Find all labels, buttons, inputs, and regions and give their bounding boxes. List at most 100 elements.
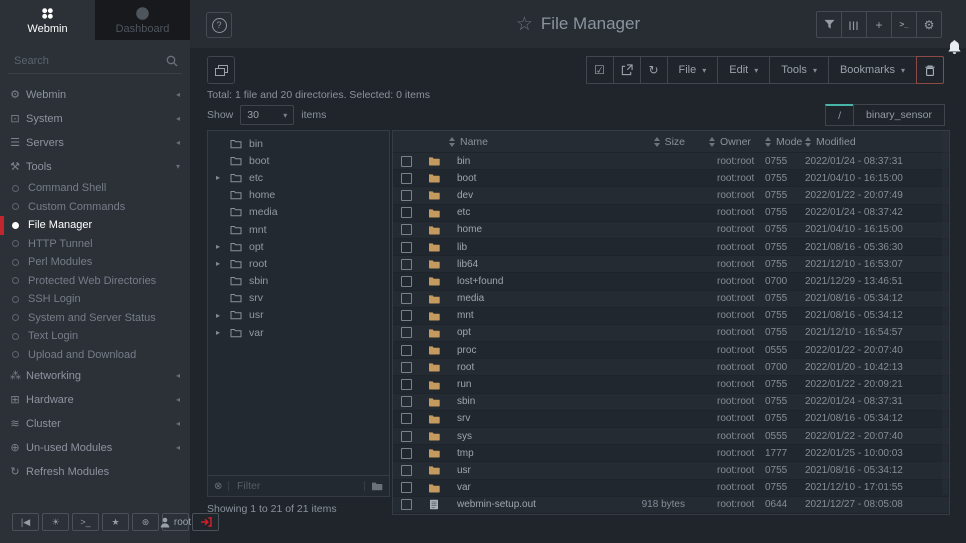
table-row-tmp[interactable]: tmp root:root 1777 2022/01/25 - 10:00:03: [393, 445, 949, 462]
new-tab-button[interactable]: +: [866, 11, 892, 38]
cell-name[interactable]: sys: [449, 431, 613, 442]
sidebar-category-hardware[interactable]: ⊞ Hardware ◂: [0, 388, 190, 412]
row-checkbox[interactable]: [393, 379, 419, 390]
tree-item-srv[interactable]: srv: [208, 290, 389, 307]
folder-toggle-icon[interactable]: [371, 481, 383, 491]
file-menu-button[interactable]: File ▾: [667, 56, 719, 84]
cell-name[interactable]: lib: [449, 242, 613, 253]
table-row-webmin-setup-out[interactable]: webmin-setup.out 918 bytes root:root 064…: [393, 497, 949, 514]
cell-name[interactable]: boot: [449, 173, 613, 184]
paste-buffer-button[interactable]: [207, 56, 235, 84]
cell-name[interactable]: mnt: [449, 310, 613, 321]
row-checkbox[interactable]: [393, 362, 419, 373]
sidebar-category-un-used-modules[interactable]: ⊕ Un-used Modules ◂: [0, 436, 190, 460]
table-row-proc[interactable]: proc root:root 0555 2022/01/22 - 20:07:4…: [393, 342, 949, 359]
column-header-mode[interactable]: Mode: [753, 136, 799, 148]
column-header-size[interactable]: Size: [613, 136, 693, 148]
refresh-button[interactable]: ↻: [640, 56, 668, 84]
table-scrollbar[interactable]: [942, 131, 948, 495]
tree-item-opt[interactable]: ▸ opt: [208, 238, 389, 255]
cell-name[interactable]: etc: [449, 207, 613, 218]
cell-name[interactable]: srv: [449, 413, 613, 424]
sidebar-item-http-tunnel[interactable]: HTTP Tunnel: [0, 235, 190, 254]
row-checkbox[interactable]: [393, 156, 419, 167]
cell-name[interactable]: webmin-setup.out: [449, 499, 613, 510]
tools-menu-button[interactable]: Tools ▾: [769, 56, 829, 84]
sidebar-item-protected-web-directories[interactable]: Protected Web Directories: [0, 272, 190, 291]
row-checkbox[interactable]: [393, 482, 419, 493]
table-row-lib[interactable]: lib root:root 0755 2021/08/16 - 05:36:30: [393, 239, 949, 256]
terminal-button[interactable]: >_: [891, 11, 917, 38]
row-checkbox[interactable]: [393, 293, 419, 304]
sidebar-category-networking[interactable]: ⁂ Networking ◂: [0, 364, 190, 388]
table-row-root[interactable]: root root:root 0700 2022/01/20 - 10:42:1…: [393, 359, 949, 376]
row-checkbox[interactable]: [393, 259, 419, 270]
table-row-var[interactable]: var root:root 0755 2021/12/10 - 17:01:55: [393, 480, 949, 497]
table-row-sbin[interactable]: sbin root:root 0755 2022/01/24 - 08:37:3…: [393, 394, 949, 411]
favorite-star-icon[interactable]: ☆: [516, 13, 533, 36]
row-checkbox[interactable]: [393, 448, 419, 459]
bookmarks-menu-button[interactable]: Bookmarks ▾: [828, 56, 917, 84]
cell-name[interactable]: lost+found: [449, 276, 613, 287]
table-row-lost-found[interactable]: lost+found root:root 0700 2021/12/29 - 1…: [393, 273, 949, 290]
expand-caret-icon[interactable]: ▸: [208, 173, 230, 182]
table-row-opt[interactable]: opt root:root 0755 2021/12/10 - 16:54:57: [393, 325, 949, 342]
row-checkbox[interactable]: [393, 224, 419, 235]
filter-button[interactable]: [816, 11, 842, 38]
expand-caret-icon[interactable]: ▸: [208, 259, 230, 268]
row-checkbox[interactable]: [393, 207, 419, 218]
logout-button[interactable]: [192, 513, 219, 531]
table-row-usr[interactable]: usr root:root 0755 2021/08/16 - 05:34:12: [393, 462, 949, 479]
collapse-sidebar-button[interactable]: |◀: [12, 513, 39, 531]
cell-name[interactable]: usr: [449, 465, 613, 476]
table-row-bin[interactable]: bin root:root 0755 2022/01/24 - 08:37:31: [393, 153, 949, 170]
expand-caret-icon[interactable]: ▸: [208, 311, 230, 320]
tree-item-home[interactable]: home: [208, 187, 389, 204]
locale-button[interactable]: ⊛: [132, 513, 159, 531]
columns-button[interactable]: |||: [841, 11, 867, 38]
column-header-modified[interactable]: Modified: [799, 136, 949, 148]
row-checkbox[interactable]: [393, 396, 419, 407]
edit-menu-button[interactable]: Edit ▾: [717, 56, 770, 84]
table-row-dev[interactable]: dev root:root 0755 2022/01/22 - 20:07:49: [393, 187, 949, 204]
tree-item-media[interactable]: media: [208, 204, 389, 221]
tree-item-mnt[interactable]: mnt: [208, 221, 389, 238]
cell-name[interactable]: media: [449, 293, 613, 304]
table-row-lib64[interactable]: lib64 root:root 0755 2021/12/10 - 16:53:…: [393, 256, 949, 273]
table-row-boot[interactable]: boot root:root 0755 2021/04/10 - 16:15:0…: [393, 170, 949, 187]
row-checkbox[interactable]: [393, 190, 419, 201]
tree-item-root[interactable]: ▸ root: [208, 255, 389, 272]
row-checkbox[interactable]: [393, 327, 419, 338]
row-checkbox[interactable]: [393, 242, 419, 253]
sidebar-item-text-login[interactable]: Text Login: [0, 327, 190, 346]
row-checkbox[interactable]: [393, 345, 419, 356]
select-all-button[interactable]: ☑: [586, 56, 614, 84]
clear-filter-icon[interactable]: ⊗: [214, 481, 222, 492]
table-row-home[interactable]: home root:root 0755 2021/04/10 - 16:15:0…: [393, 222, 949, 239]
notifications-bell-icon[interactable]: [946, 39, 963, 57]
table-row-srv[interactable]: srv root:root 0755 2021/08/16 - 05:34:12: [393, 411, 949, 428]
row-checkbox[interactable]: [393, 276, 419, 287]
sidebar-item-command-shell[interactable]: Command Shell: [0, 179, 190, 198]
tree-filter-input[interactable]: [235, 479, 358, 493]
share-button[interactable]: [613, 56, 641, 84]
cell-name[interactable]: dev: [449, 190, 613, 201]
table-row-media[interactable]: media root:root 0755 2021/08/16 - 05:34:…: [393, 291, 949, 308]
tree-item-boot[interactable]: boot: [208, 152, 389, 169]
settings-button[interactable]: ⚙: [916, 11, 942, 38]
sidebar-item-file-manager[interactable]: File Manager: [0, 216, 190, 235]
tree-item-usr[interactable]: ▸ usr: [208, 307, 389, 324]
row-checkbox[interactable]: [393, 465, 419, 476]
sidebar-category-refresh-modules[interactable]: ↻ Refresh Modules: [0, 460, 190, 484]
column-header-owner[interactable]: Owner: [693, 136, 753, 148]
sidebar-category-tools[interactable]: ⚒ Tools ▾: [0, 155, 190, 179]
cell-name[interactable]: sbin: [449, 396, 613, 407]
cell-name[interactable]: tmp: [449, 448, 613, 459]
row-checkbox[interactable]: [393, 499, 419, 510]
tree-item-var[interactable]: ▸ var: [208, 324, 389, 341]
tree-item-etc[interactable]: ▸ etc: [208, 169, 389, 186]
cell-name[interactable]: opt: [449, 327, 613, 338]
tab-webmin[interactable]: Webmin: [0, 0, 95, 40]
cell-name[interactable]: proc: [449, 345, 613, 356]
column-header-name[interactable]: Name: [449, 136, 613, 148]
